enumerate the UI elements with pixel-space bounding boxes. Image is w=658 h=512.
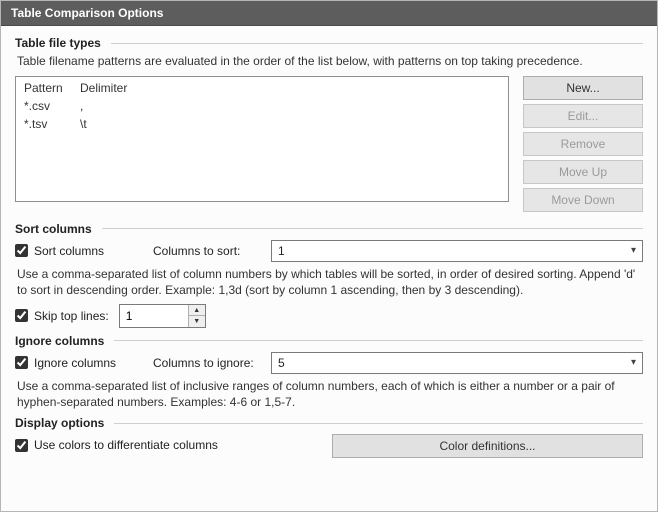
skip-top-lines-checkbox-wrap[interactable]: Skip top lines: bbox=[15, 309, 109, 323]
sort-columns-checkbox-label: Sort columns bbox=[34, 244, 104, 258]
use-colors-label: Use colors to differentiate columns bbox=[34, 438, 218, 452]
divider bbox=[111, 43, 643, 44]
sort-columns-checkbox[interactable] bbox=[15, 244, 28, 257]
window-titlebar: Table Comparison Options bbox=[1, 1, 657, 26]
group-display-options-header: Display options bbox=[15, 416, 643, 430]
chevron-down-icon: ▾ bbox=[631, 245, 636, 256]
sort-columns-checkbox-wrap[interactable]: Sort columns bbox=[15, 244, 145, 258]
sort-columns-help: Use a comma-separated list of column num… bbox=[17, 266, 643, 298]
divider bbox=[114, 340, 643, 341]
pattern-row[interactable]: *.csv , bbox=[24, 97, 500, 115]
ignore-columns-checkbox[interactable] bbox=[15, 356, 28, 369]
spinner-down-button[interactable]: ▼ bbox=[189, 316, 205, 327]
pattern-listbox[interactable]: Pattern Delimiter *.csv , *.tsv \t bbox=[15, 76, 509, 202]
col-header-pattern: Pattern bbox=[24, 81, 80, 95]
remove-button[interactable]: Remove bbox=[523, 132, 643, 156]
ignore-columns-checkbox-label: Ignore columns bbox=[34, 356, 116, 370]
columns-to-ignore-label: Columns to ignore: bbox=[153, 356, 263, 370]
dialog-content: Table file types Table filename patterns… bbox=[1, 26, 657, 511]
move-up-button[interactable]: Move Up bbox=[523, 160, 643, 184]
pattern-buttons-column: New... Edit... Remove Move Up Move Down bbox=[523, 76, 643, 212]
file-types-description: Table filename patterns are evaluated in… bbox=[17, 54, 643, 70]
group-ignore-columns-header: Ignore columns bbox=[15, 334, 643, 348]
ignore-columns-checkbox-wrap[interactable]: Ignore columns bbox=[15, 356, 145, 370]
use-colors-checkbox-wrap[interactable]: Use colors to differentiate columns bbox=[15, 438, 218, 452]
group-sort-columns-label: Sort columns bbox=[15, 222, 92, 236]
skip-top-lines-label: Skip top lines: bbox=[34, 309, 109, 323]
columns-to-ignore-value: 5 bbox=[278, 356, 285, 370]
spinner-up-button[interactable]: ▲ bbox=[189, 305, 205, 317]
group-sort-columns-header: Sort columns bbox=[15, 222, 643, 236]
divider bbox=[102, 228, 643, 229]
group-display-options-label: Display options bbox=[15, 416, 104, 430]
columns-to-sort-label: Columns to sort: bbox=[153, 244, 263, 258]
move-down-button[interactable]: Move Down bbox=[523, 188, 643, 212]
pattern-cell: *.tsv bbox=[24, 117, 80, 131]
delimiter-cell: , bbox=[80, 99, 83, 113]
group-file-types-header: Table file types bbox=[15, 36, 643, 50]
skip-top-lines-input[interactable] bbox=[120, 305, 188, 327]
group-file-types-label: Table file types bbox=[15, 36, 101, 50]
pattern-list-headers: Pattern Delimiter bbox=[24, 81, 500, 95]
group-ignore-columns-label: Ignore columns bbox=[15, 334, 104, 348]
skip-top-lines-spinner[interactable]: ▲ ▼ bbox=[119, 304, 206, 328]
columns-to-sort-combo[interactable]: 1 ▾ bbox=[271, 240, 643, 262]
edit-button[interactable]: Edit... bbox=[523, 104, 643, 128]
use-colors-checkbox[interactable] bbox=[15, 439, 28, 452]
columns-to-sort-value: 1 bbox=[278, 244, 285, 258]
chevron-down-icon: ▾ bbox=[631, 357, 636, 368]
options-dialog: Table Comparison Options Table file type… bbox=[0, 0, 658, 512]
new-button[interactable]: New... bbox=[523, 76, 643, 100]
color-definitions-button[interactable]: Color definitions... bbox=[332, 434, 643, 458]
pattern-row[interactable]: *.tsv \t bbox=[24, 115, 500, 133]
spinner-buttons: ▲ ▼ bbox=[188, 305, 205, 327]
ignore-columns-help: Use a comma-separated list of inclusive … bbox=[17, 378, 643, 410]
columns-to-ignore-combo[interactable]: 5 ▾ bbox=[271, 352, 643, 374]
divider bbox=[114, 423, 643, 424]
col-header-delimiter: Delimiter bbox=[80, 81, 127, 95]
delimiter-cell: \t bbox=[80, 117, 87, 131]
skip-top-lines-checkbox[interactable] bbox=[15, 309, 28, 322]
window-title: Table Comparison Options bbox=[11, 6, 163, 20]
pattern-cell: *.csv bbox=[24, 99, 80, 113]
